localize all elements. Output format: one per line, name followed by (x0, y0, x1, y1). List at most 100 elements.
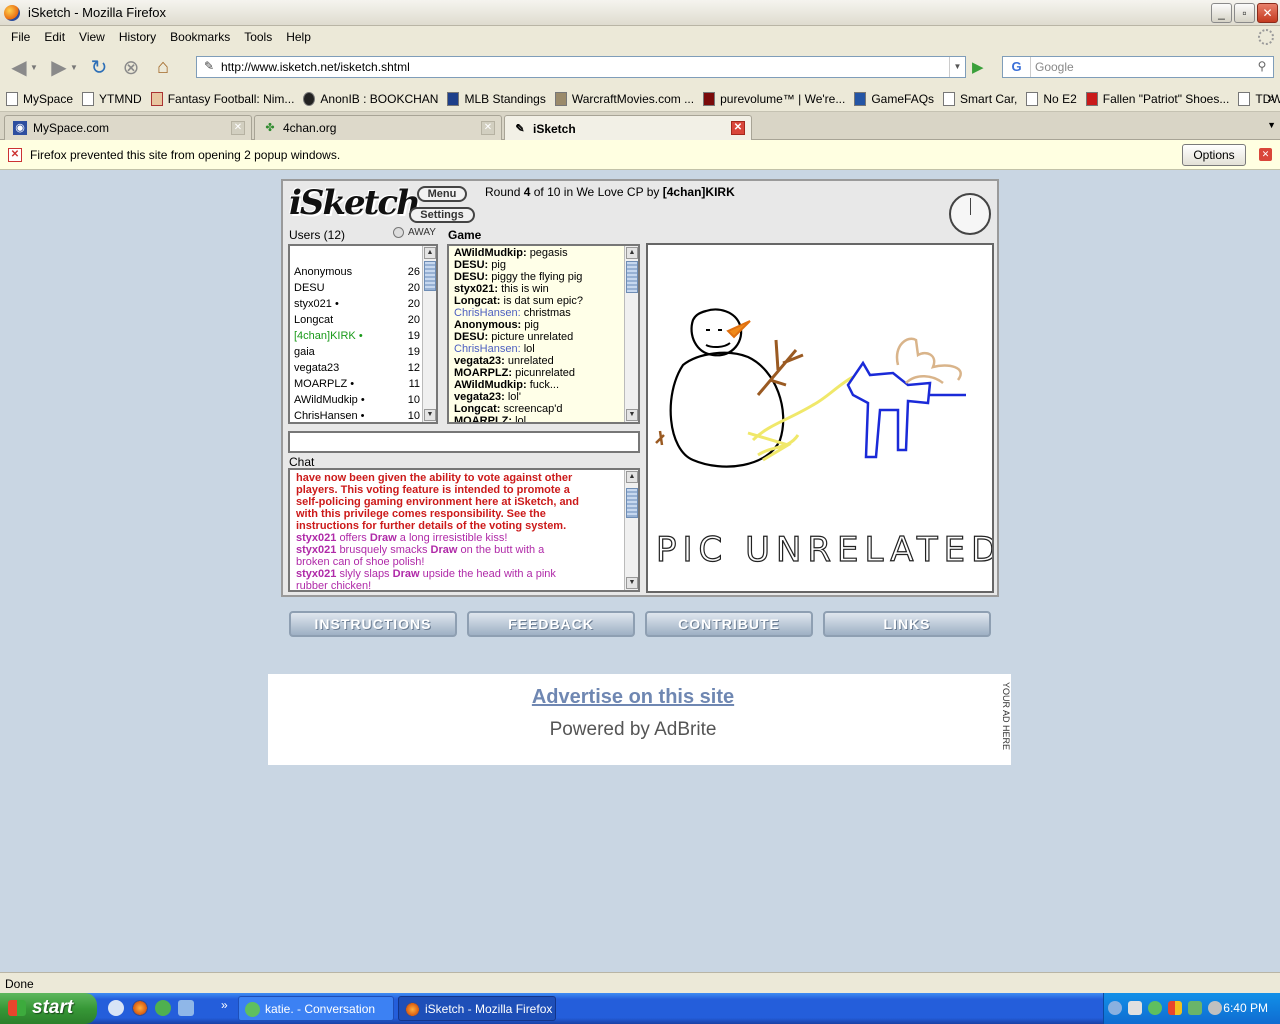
scroll-up-arrow-icon[interactable]: ▲ (626, 247, 638, 259)
chat-scrollbar[interactable]: ▲ ▼ (624, 470, 638, 590)
status-bar: Done (0, 972, 1280, 993)
round-timer-icon (949, 193, 991, 235)
feedback-button[interactable]: FEEDBACK (467, 611, 635, 637)
user-row[interactable]: AWildMudkip • 10 (294, 394, 420, 410)
bookmark-item[interactable]: GameFAQs (854, 91, 934, 106)
game-log-scrollbar[interactable]: ▲ ▼ (624, 246, 638, 422)
tab-myspace[interactable]: ◉ MySpace.com ✕ (4, 115, 252, 140)
away-radio[interactable] (393, 227, 404, 238)
menu-view[interactable]: View (72, 30, 112, 44)
tray-network-icon[interactable] (1188, 1001, 1202, 1015)
forward-history-dropdown[interactable]: ▼ (70, 63, 80, 72)
search-icon[interactable]: ⚲ (1253, 59, 1271, 75)
links-button[interactable]: LINKS (823, 611, 991, 637)
tab-close-icon[interactable]: ✕ (481, 121, 495, 135)
menu-history[interactable]: History (112, 30, 163, 44)
menu-bookmarks[interactable]: Bookmarks (163, 30, 237, 44)
search-input[interactable]: Google (1035, 60, 1074, 74)
taskbar-item-conversation[interactable]: katie. - Conversation (238, 996, 394, 1021)
user-row-current-drawer[interactable]: [4chan]KIRK • 19 (294, 330, 420, 346)
settings-button[interactable]: Settings (409, 207, 475, 223)
bookmark-item[interactable]: Smart Car, (943, 91, 1017, 106)
reload-button[interactable]: ↻ (86, 54, 112, 80)
scroll-thumb[interactable] (424, 261, 436, 291)
user-row[interactable]: Longcat 20 (294, 314, 420, 330)
forward-button[interactable]: ▶ (46, 54, 72, 80)
tab-close-icon[interactable]: ✕ (231, 121, 245, 135)
tray-star-icon[interactable] (1128, 1001, 1142, 1015)
tray-volume-icon[interactable] (1208, 1001, 1222, 1015)
user-row[interactable]: vegata23 12 (294, 362, 420, 378)
bookmark-item[interactable]: Fallen "Patriot" Shoes... (1085, 91, 1229, 106)
back-button[interactable]: ◀ (6, 54, 32, 80)
chat-system-line: players. This voting feature is intended… (296, 484, 570, 496)
bookmark-item[interactable]: MLB Standings (447, 91, 546, 106)
bookmark-item[interactable]: No E2 (1026, 91, 1077, 106)
tray-collapse-chevron-icon[interactable] (1108, 1001, 1122, 1015)
scroll-thumb[interactable] (626, 261, 638, 293)
scroll-thumb[interactable] (626, 488, 638, 518)
scroll-down-arrow-icon[interactable]: ▼ (424, 409, 436, 421)
bookmark-item[interactable]: AnonIB : BOOKCHAN (303, 91, 438, 106)
scroll-down-arrow-icon[interactable]: ▼ (626, 577, 638, 589)
address-bar[interactable]: ✎ http://www.isketch.net/isketch.shtml ▼ (196, 56, 966, 78)
go-button[interactable]: ▶ (972, 58, 990, 76)
bookmark-item[interactable]: YTMND (82, 91, 142, 106)
user-row[interactable]: gaia 19 (294, 346, 420, 362)
taskbar-item-firefox[interactable]: iSketch - Mozilla Firefox (398, 996, 556, 1021)
user-row[interactable]: DESU 20 (294, 282, 420, 298)
tab-isketch[interactable]: ✎ iSketch ✕ (504, 115, 752, 141)
start-button[interactable]: start (0, 993, 97, 1024)
bookmark-item[interactable]: Fantasy Football: Nim... (150, 91, 294, 106)
bookmark-item[interactable]: WarcraftMovies.com ... (554, 91, 694, 106)
menu-help[interactable]: Help (279, 30, 318, 44)
menu-file[interactable]: File (4, 30, 37, 44)
notification-close-icon[interactable]: ✕ (1259, 148, 1272, 161)
scroll-down-arrow-icon[interactable]: ▼ (626, 409, 638, 421)
bookmark-item[interactable]: purevolume™ | We're... (703, 91, 845, 106)
scroll-up-arrow-icon[interactable]: ▲ (424, 247, 436, 259)
tray-messenger-icon[interactable] (1148, 1001, 1162, 1015)
firefox-quicklaunch-icon[interactable] (132, 1000, 148, 1016)
user-row[interactable]: styx021 • 20 (294, 298, 420, 314)
bookmark-item[interactable]: MySpace (6, 91, 73, 106)
close-window-button[interactable]: ✕ (1257, 3, 1278, 23)
browser-quicklaunch-icon[interactable] (178, 1000, 194, 1016)
address-bar-url[interactable]: http://www.isketch.net/isketch.shtml (221, 60, 410, 74)
url-history-dropdown[interactable]: ▼ (949, 57, 965, 77)
menu-button[interactable]: Menu (417, 186, 467, 202)
away-toggle[interactable]: AWAY (393, 227, 436, 238)
firefox-icon (405, 1002, 420, 1017)
popup-blocked-notification: ✕ Firefox prevented this site from openi… (0, 140, 1280, 170)
tab-4chan[interactable]: ✤ 4chan.org ✕ (254, 115, 502, 140)
maximize-button[interactable]: ▫ (1234, 3, 1255, 23)
bookmark-icon (303, 91, 316, 106)
user-list-scrollbar[interactable]: ▲ ▼ (422, 246, 436, 422)
back-history-dropdown[interactable]: ▼ (30, 63, 40, 72)
stop-button[interactable]: ⊗ (118, 54, 144, 80)
guess-line: styx021: this is win (454, 283, 549, 295)
tab-list-dropdown-icon[interactable]: ▼ (1267, 120, 1276, 130)
home-button[interactable]: ⌂ (150, 54, 176, 80)
bookmarks-overflow-chevron-icon[interactable]: » (1267, 91, 1274, 105)
guess-input[interactable] (288, 431, 640, 453)
user-row[interactable]: Anonymous 26 (294, 266, 420, 282)
user-row[interactable]: ChrisHansen • 10 (294, 410, 420, 426)
quicklaunch-overflow-chevron-icon[interactable]: » (221, 998, 228, 1012)
minimize-button[interactable]: _ (1211, 3, 1232, 23)
notification-options-button[interactable]: Options (1182, 144, 1246, 166)
scroll-up-arrow-icon[interactable]: ▲ (626, 471, 638, 483)
search-box[interactable]: G Google ⚲ (1002, 56, 1274, 78)
menu-tools[interactable]: Tools (237, 30, 279, 44)
user-row[interactable]: MOARPLZ • 11 (294, 378, 420, 394)
contribute-button[interactable]: CONTRIBUTE (645, 611, 813, 637)
search-engine-google-icon[interactable]: G (1003, 57, 1031, 77)
media-player-icon[interactable] (108, 1000, 124, 1016)
advertise-link[interactable]: Advertise on this site (268, 686, 998, 709)
tray-windows-icon[interactable] (1168, 1001, 1182, 1015)
menu-edit[interactable]: Edit (37, 30, 72, 44)
drawing-canvas[interactable]: PIC UNRELATED (646, 243, 998, 593)
tab-close-icon[interactable]: ✕ (731, 121, 745, 135)
instructions-button[interactable]: INSTRUCTIONS (289, 611, 457, 637)
messenger-quicklaunch-icon[interactable] (155, 1000, 171, 1016)
